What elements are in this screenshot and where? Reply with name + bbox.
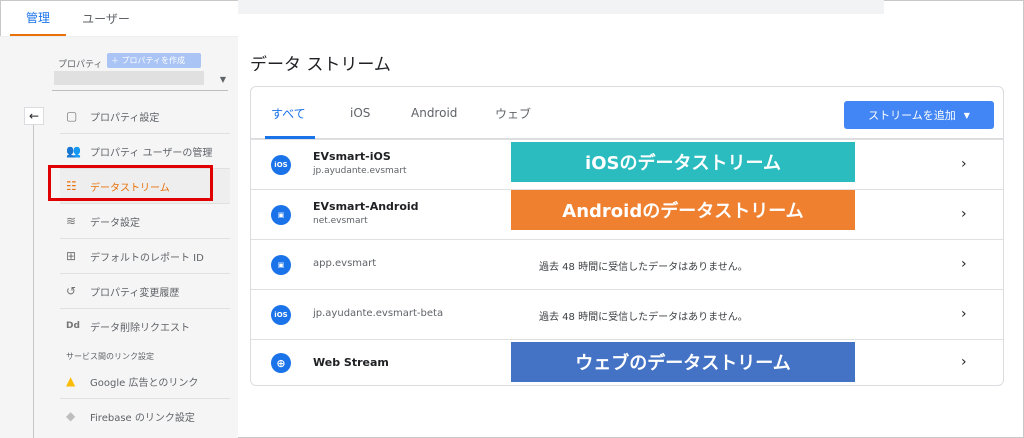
stream-id: net.evsmart [313,216,368,226]
web-annotation-label: ウェブのデータストリーム [511,342,855,382]
sidebar-item-change-history[interactable]: ↺ プロパティ変更履歴 [60,274,230,308]
add-stream-button[interactable]: ストリームを追加 ▼ [844,101,994,129]
dropdown-caret-icon: ▼ [219,75,226,84]
tab-admin[interactable]: 管理 [10,0,66,36]
tab-ios[interactable]: iOS [350,87,370,139]
firebase-icon: ◆ [66,409,76,423]
sidebar-item-label: プロパティ設定 [90,112,160,124]
top-tabs: 管理 ユーザー [10,0,238,36]
tab-all[interactable]: すべて [271,87,306,139]
no-data-message: 過去 48 時間に受信したデータはありません。 [539,262,748,273]
property-settings-icon: ▢ [66,109,78,123]
chevron-right-icon: › [961,206,967,222]
sidebar-item-data-deletion[interactable]: Dd データ削除リクエスト [60,309,230,343]
android-icon: ▣ [271,205,291,225]
sidebar-item-google-ads-link[interactable]: ▲ Google 広告とのリンク [60,364,230,398]
redacted-property-name [54,71,204,85]
sidebar-item-report-id[interactable]: ⊞ デフォルトのレポート ID [60,239,230,273]
sidebar-item-label: プロパティ変更履歴 [90,287,180,299]
page-title: データ ストリーム [250,55,391,75]
stream-name: EVsmart-iOS [313,150,391,163]
report-id-icon: ⊞ [66,249,77,263]
chevron-right-icon: › [961,156,967,172]
sidebar-item-label: プロパティ ユーザーの管理 [90,147,213,159]
sidebar-item-property-settings[interactable]: ▢ プロパティ設定 [60,99,230,133]
sidebar-item-label: デフォルトのレポート ID [90,252,204,264]
property-selector[interactable]: ▼ [52,69,228,91]
chevron-right-icon: › [961,354,967,370]
ios-icon: iOS [271,155,291,175]
stream-name: EVsmart-Android [313,200,419,213]
stream-name: Web Stream [313,356,389,369]
dropdown-arrow-icon: ▼ [963,110,970,120]
back-arrow-button[interactable]: ← [24,107,44,125]
stream-row[interactable]: ▣ app.evsmart 過去 48 時間に受信したデータはありません。 › [251,239,1003,289]
create-property-button[interactable]: ＋ プロパティを作成 [107,53,201,68]
back-arrow-icon: ← [28,109,40,123]
stream-id: jp.ayudante.evsmart [313,166,407,176]
streams-card: すべて iOS Android ウェブ ストリームを追加 ▼ iOS EVsma… [250,86,1004,386]
globe-icon: ⊕ [271,353,291,373]
database-icon: ≋ [66,214,77,228]
chevron-right-icon: › [961,306,967,322]
stream-row[interactable]: iOS jp.ayudante.evsmart-beta 過去 48 時間に受信… [251,289,1003,339]
sidebar-item-label: Firebase のリンク設定 [90,412,195,424]
sidebar-item-firebase-link[interactable]: ◆ Firebase のリンク設定 [60,399,230,433]
sidebar-item-label: データ削除リクエスト [90,322,190,334]
stream-name: jp.ayudante.evsmart-beta [313,308,444,319]
history-icon: ↺ [66,284,77,298]
sidebar: プロパティ ＋ プロパティを作成 ▼ ← ▢ プロパティ設定 👥 プロパティ ユ… [0,37,238,438]
ios-annotation-label: iOSのデータストリーム [511,142,855,182]
tab-web[interactable]: ウェブ [495,87,531,139]
google-ads-icon: ▲ [66,374,76,388]
links-section-heading: サービス間のリンク設定 [66,352,154,361]
chevron-right-icon: › [961,256,967,272]
no-data-message: 過去 48 時間に受信したデータはありません。 [539,312,748,323]
android-annotation-label: Androidのデータストリーム [511,190,855,230]
ios-icon: iOS [271,305,291,325]
tab-user[interactable]: ユーザー [66,0,146,36]
data-deletion-icon: Dd [66,321,80,331]
tab-android[interactable]: Android [411,87,457,139]
nav-guide-line [33,125,34,438]
sidebar-item-label: Google 広告とのリンク [90,377,199,389]
highlight-box [48,165,213,201]
stream-filter-tabs: すべて iOS Android ウェブ ストリームを追加 ▼ [251,87,1003,139]
add-stream-label: ストリームを追加 [868,109,956,122]
android-icon: ▣ [271,255,291,275]
stream-name: app.evsmart [313,258,377,269]
sidebar-item-label: データ設定 [90,217,140,229]
people-icon: 👥 [66,144,81,158]
top-bar [238,0,884,14]
sidebar-item-user-management[interactable]: 👥 プロパティ ユーザーの管理 [60,134,230,168]
sidebar-item-data-settings[interactable]: ≋ データ設定 [60,204,230,238]
